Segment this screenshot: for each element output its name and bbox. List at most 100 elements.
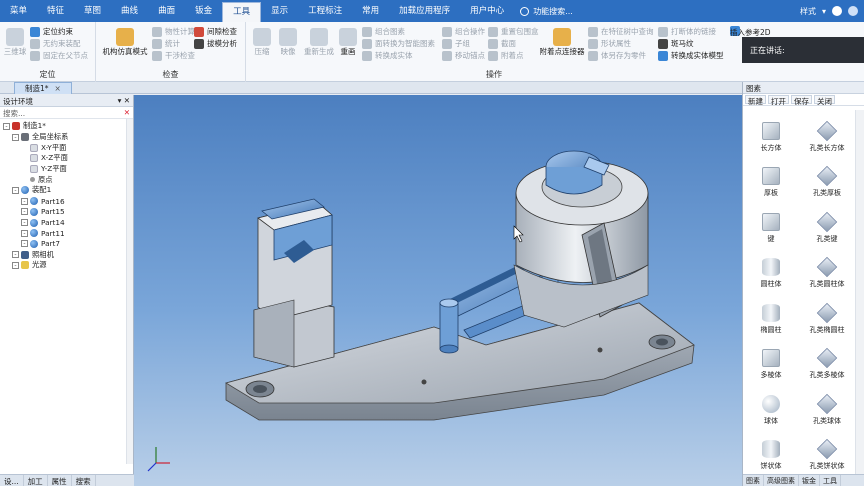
mirror-button[interactable]: 映像 bbox=[276, 28, 300, 57]
attach-connector-button[interactable]: 附着点连接器 bbox=[538, 28, 586, 57]
expand-toggle-icon[interactable]: - bbox=[21, 229, 28, 237]
face-to-smart-primitive-button[interactable]: 面转换为智能图素 bbox=[362, 38, 435, 49]
menu-tab-7[interactable]: 显示 bbox=[261, 0, 298, 22]
statistics-button[interactable]: 统计 bbox=[152, 38, 180, 49]
triball-button[interactable]: 三维球 bbox=[2, 28, 28, 57]
draft-analysis-button[interactable]: 拔模分析 bbox=[194, 38, 237, 49]
primitive-item[interactable]: 键 bbox=[743, 201, 799, 247]
suppress-button[interactable]: 压缩 bbox=[250, 28, 274, 57]
attach-point-button[interactable]: 附着点 bbox=[488, 50, 524, 61]
tree-node[interactable]: X-Y平面 bbox=[0, 142, 133, 153]
expand-toggle-icon[interactable]: - bbox=[21, 219, 28, 227]
primitive-item[interactable]: 孔类圆柱体 bbox=[799, 247, 855, 293]
help-icon[interactable] bbox=[832, 6, 842, 16]
expand-toggle-icon[interactable] bbox=[21, 155, 28, 162]
user-icon[interactable] bbox=[848, 6, 858, 16]
primitives-scrollbar[interactable] bbox=[855, 110, 864, 474]
primitive-item[interactable]: 饼状体 bbox=[743, 429, 799, 475]
menu-tab-5[interactable]: 钣金 bbox=[185, 0, 222, 22]
expand-toggle-icon[interactable]: - bbox=[12, 261, 19, 269]
subgroup-button[interactable]: 子组 bbox=[442, 38, 470, 49]
zebra-stripes-button[interactable]: 斑马纹 bbox=[658, 38, 694, 49]
document-tab[interactable]: 制造1* × bbox=[14, 82, 72, 94]
primitive-item[interactable]: 孔类长方体 bbox=[799, 110, 855, 156]
primitives-toolbar-button[interactable]: 关闭 bbox=[814, 95, 835, 106]
move-anchor-button[interactable]: 移动锚点 bbox=[442, 50, 485, 61]
redraw-button[interactable]: 重画 bbox=[336, 28, 360, 57]
tree-node[interactable]: - 照相机 bbox=[0, 249, 133, 260]
break-link-button[interactable]: 打断体的链接 bbox=[658, 26, 716, 37]
tree-node[interactable]: X-Z平面 bbox=[0, 153, 133, 164]
feature-search[interactable]: 功能搜索... bbox=[520, 6, 573, 17]
primitives-bottom-tab[interactable]: 高级图素 bbox=[764, 475, 799, 486]
primitives-toolbar-button[interactable]: 新建 bbox=[745, 95, 766, 106]
regenerate-button[interactable]: 重新生成 bbox=[302, 28, 336, 57]
tree-node[interactable]: - 光源 bbox=[0, 260, 133, 271]
tree-node[interactable]: Y-Z平面 bbox=[0, 164, 133, 175]
primitive-item[interactable]: 多棱体 bbox=[743, 338, 799, 384]
expand-toggle-icon[interactable] bbox=[21, 176, 28, 183]
primitives-bottom-tab[interactable]: 钣金 bbox=[799, 475, 820, 486]
close-icon[interactable]: × bbox=[55, 84, 61, 93]
primitive-item[interactable]: 圆柱体 bbox=[743, 247, 799, 293]
menu-tab-9[interactable]: 常用 bbox=[352, 0, 389, 22]
tree-node[interactable]: - Part11 bbox=[0, 228, 133, 239]
primitive-item[interactable]: 孔类饼状体 bbox=[799, 429, 855, 475]
menu-tab-10[interactable]: 加载应用程序 bbox=[389, 0, 460, 22]
menu-tab-6[interactable]: 工具 bbox=[222, 2, 262, 22]
interference-check-button[interactable]: 干涉检查 bbox=[152, 50, 195, 61]
clearance-check-button[interactable]: 间隙检查 bbox=[194, 26, 237, 37]
expand-toggle-icon[interactable] bbox=[21, 166, 28, 173]
mass-properties-button[interactable]: 物性计算 bbox=[152, 26, 195, 37]
primitives-bottom-tab[interactable]: 图素 bbox=[743, 475, 764, 486]
tree-node[interactable]: - 制造1* bbox=[0, 121, 133, 132]
left-panel-tab[interactable]: 加工 bbox=[24, 475, 48, 486]
convert-to-solid-model-button[interactable]: 转换成实体模型 bbox=[658, 50, 724, 61]
combine-operation-button[interactable]: 组合操作 bbox=[442, 26, 485, 37]
left-panel-tab[interactable]: 属性 bbox=[48, 475, 72, 486]
shape-properties-button[interactable]: 形状属性 bbox=[588, 38, 631, 49]
primitive-item[interactable]: 孔类球体 bbox=[799, 383, 855, 429]
tree-node[interactable]: - 装配1 bbox=[0, 185, 133, 196]
primitive-item[interactable]: 球体 bbox=[743, 383, 799, 429]
chevron-down-icon[interactable]: ▾ bbox=[822, 7, 826, 16]
expand-toggle-icon[interactable]: - bbox=[21, 197, 28, 205]
tree-node[interactable]: - Part7 bbox=[0, 239, 133, 250]
primitive-item[interactable]: 孔类多棱体 bbox=[799, 338, 855, 384]
tree-node[interactable]: - Part15 bbox=[0, 207, 133, 218]
primitive-item[interactable]: 长方体 bbox=[743, 110, 799, 156]
expand-toggle-icon[interactable] bbox=[21, 144, 28, 151]
primitive-item[interactable]: 孔类厚板 bbox=[799, 156, 855, 202]
mechanism-sim-button[interactable]: 机构仿真模式 bbox=[100, 28, 150, 57]
find-in-tree-button[interactable]: 在特征树中查询 bbox=[588, 26, 654, 37]
expand-toggle-icon[interactable]: - bbox=[21, 208, 28, 216]
menu-tab-8[interactable]: 工程标注 bbox=[298, 0, 352, 22]
menu-tab-3[interactable]: 曲线 bbox=[111, 0, 148, 22]
clear-search-icon[interactable]: ✕ bbox=[124, 108, 130, 117]
menu-tab-2[interactable]: 草图 bbox=[74, 0, 111, 22]
tree-search[interactable]: 搜索... ✕ bbox=[0, 107, 133, 119]
fix-to-parent-button[interactable]: 固定在父节点 bbox=[30, 50, 88, 61]
save-body-as-part-button[interactable]: 体另存为零件 bbox=[588, 50, 646, 61]
section-button[interactable]: 截面 bbox=[488, 38, 516, 49]
position-constraint-button[interactable]: 定位约束 bbox=[30, 26, 73, 37]
menu-tab-11[interactable]: 用户中心 bbox=[460, 0, 514, 22]
primitive-item[interactable]: 厚板 bbox=[743, 156, 799, 202]
convert-to-solid-button[interactable]: 转换成实体 bbox=[362, 50, 413, 61]
tree-scrollbar[interactable] bbox=[126, 119, 133, 464]
primitive-item[interactable]: 孔类椭圆柱 bbox=[799, 292, 855, 338]
pin-icon[interactable]: ▾ ✕ bbox=[118, 96, 130, 105]
primitives-toolbar-button[interactable]: 保存 bbox=[791, 95, 812, 106]
combine-primitives-button[interactable]: 组合图素 bbox=[362, 26, 405, 37]
menu-tab-4[interactable]: 曲面 bbox=[148, 0, 185, 22]
expand-toggle-icon[interactable]: - bbox=[21, 240, 28, 248]
expand-toggle-icon[interactable]: - bbox=[12, 186, 19, 194]
left-panel-tab[interactable]: 搜索 bbox=[72, 475, 96, 486]
menu-tab-0[interactable]: 菜单 bbox=[0, 0, 37, 22]
3d-viewport[interactable] bbox=[134, 95, 742, 486]
tree-node[interactable]: - Part16 bbox=[0, 196, 133, 207]
primitive-item[interactable]: 椭圆柱 bbox=[743, 292, 799, 338]
tree-node[interactable]: - 全局坐标系 bbox=[0, 132, 133, 143]
expand-toggle-icon[interactable]: - bbox=[3, 122, 10, 130]
reset-bbox-button[interactable]: 重置包围盒 bbox=[488, 26, 539, 37]
